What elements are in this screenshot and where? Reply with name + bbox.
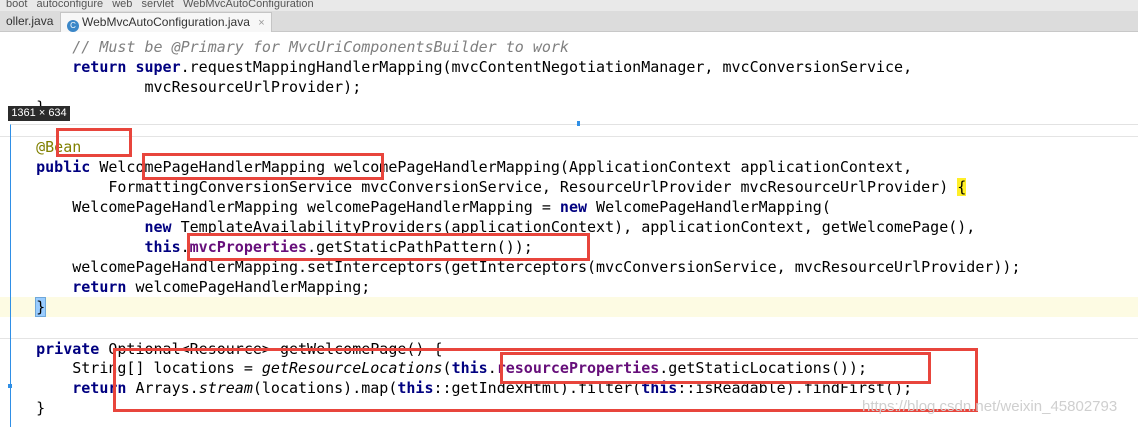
code-line: mvcResourceUrlProvider); bbox=[144, 78, 362, 96]
code-line: return super.requestMappingHandlerMappin… bbox=[72, 58, 913, 76]
highlight-box-static-locations bbox=[500, 352, 931, 384]
highlight-box-return-type bbox=[142, 153, 384, 180]
code-line: } bbox=[0, 97, 1138, 117]
selection-handle[interactable] bbox=[577, 121, 580, 126]
code-line: // Must be @Primary for MvcUriComponents… bbox=[72, 38, 569, 56]
watermark: https://blog.csdn.net/weixin_45802793 bbox=[862, 398, 1118, 415]
snapshot-size-badge: 1361 × 634 bbox=[8, 106, 70, 121]
highlight-box-static-path-pattern bbox=[187, 233, 590, 261]
selection-handle[interactable] bbox=[8, 384, 12, 388]
highlight-box-bean bbox=[56, 128, 132, 157]
